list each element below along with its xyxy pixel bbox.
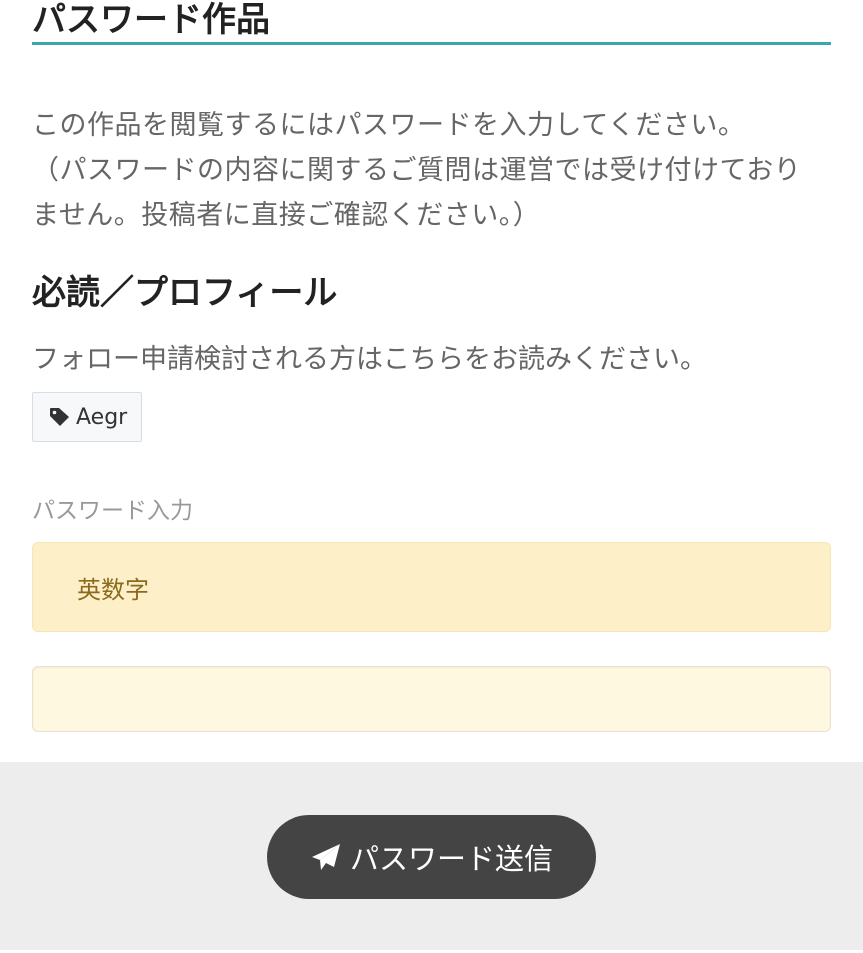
password-hint: 英数字: [32, 542, 831, 632]
notice-line-2: （パスワードの内容に関するご質問は運営では受け付けており: [32, 155, 802, 186]
password-label: パスワード入力: [32, 498, 193, 524]
password-hint-text: 英数字: [77, 575, 149, 604]
footer-bar: パスワード送信: [0, 762, 863, 950]
notice-line-3: ません。投稿者に直接ご確認ください。）: [32, 200, 541, 231]
password-submit-button[interactable]: パスワード送信: [267, 815, 596, 899]
tag-label: Aegr: [76, 404, 128, 430]
page: パスワード作品 この作品を閲覧するにはパスワードを入力してください。 （パスワー…: [0, 0, 863, 953]
page-title: パスワード作品: [32, 0, 831, 45]
notice-line-1: この作品を閲覧するにはパスワードを入力してください。: [32, 110, 746, 141]
work-title: 必読／プロフィール: [32, 273, 338, 313]
paper-plane-icon: [310, 842, 342, 872]
tag-icon: [50, 408, 69, 426]
tag-chip[interactable]: Aegr: [32, 392, 143, 442]
password-notice: この作品を閲覧するにはパスワードを入力してください。 （パスワードの内容に関する…: [32, 103, 831, 238]
password-input[interactable]: [32, 666, 831, 732]
submit-label: パスワード送信: [349, 842, 553, 876]
work-description: フォロー申請検討される方はこちらをお読みください。: [32, 344, 707, 375]
main-content: パスワード作品 この作品を閲覧するにはパスワードを入力してください。 （パスワー…: [32, 0, 831, 732]
